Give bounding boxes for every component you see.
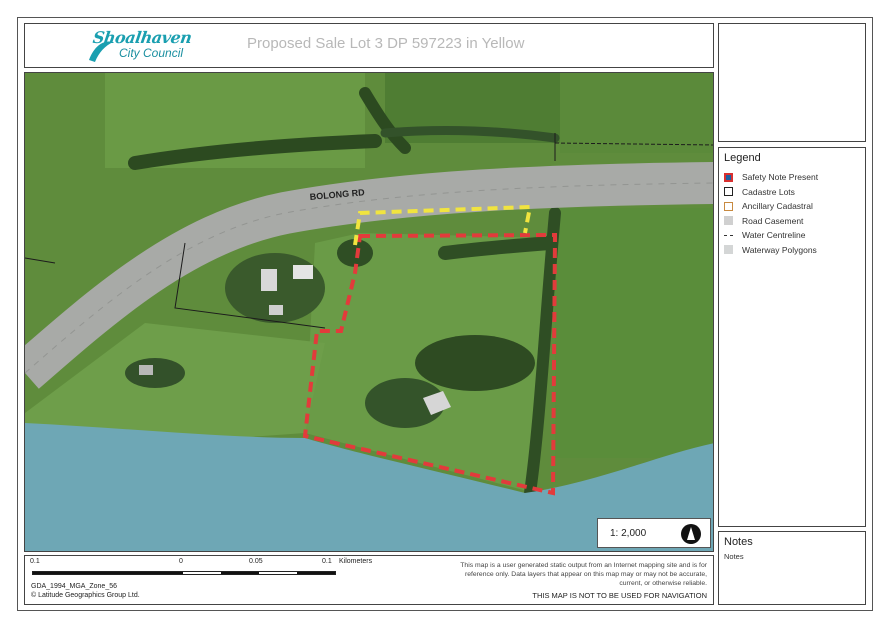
legend-item-water-centreline: Water Centreline	[724, 228, 860, 243]
legend-label: Road Casement	[742, 215, 804, 226]
map-view[interactable]: BOLONG RD	[24, 72, 714, 552]
council-logo: Shoalhaven City Council	[85, 28, 195, 64]
legend-list: Safety Note Present Cadastre Lots Ancill…	[724, 170, 860, 257]
legend-swatch-water-centreline	[724, 234, 733, 236]
logo-text-line1: Shoalhaven	[91, 28, 193, 47]
scale-bar-segment	[33, 572, 183, 574]
scale-ratio-text: 1: 2,000	[610, 528, 647, 539]
scale-bar-segment	[259, 572, 297, 574]
scale-label-right: 0.1	[322, 558, 332, 565]
scale-label-zero: 0	[179, 558, 183, 565]
notes-title: Notes	[724, 536, 753, 548]
logo-text-line2: City Council	[119, 46, 184, 60]
tree-cluster-west	[125, 358, 185, 388]
legend-item-waterway-polygons: Waterway Polygons	[724, 243, 860, 258]
legend-item-road-casement: Road Casement	[724, 214, 860, 229]
map-footer: 0.1 0 0.05 0.1 Kilometers GDA_1994_MGA_Z…	[24, 555, 714, 605]
legend-panel: Legend Safety Note Present Cadastre Lots…	[718, 147, 866, 527]
map-title: Proposed Sale Lot 3 DP 597223 in Yellow	[247, 35, 525, 52]
scale-ratio-box: 1: 2,000	[597, 518, 711, 548]
legend-label: Safety Note Present	[742, 172, 819, 183]
legend-label: Water Centreline	[742, 230, 806, 241]
scale-label-left: 0.1	[30, 558, 40, 565]
paddock-north-east	[560, 73, 713, 153]
legend-title: Legend	[724, 152, 761, 164]
scale-bar-segment	[183, 572, 221, 574]
legend-item-cadastre-lots: Cadastre Lots	[724, 185, 860, 200]
legend-item-safety-note: Safety Note Present	[724, 170, 860, 185]
north-arrow-icon	[681, 524, 701, 544]
projection-label: GDA_1994_MGA_Zone_56	[31, 583, 117, 590]
building-3	[269, 305, 283, 315]
navigation-warning: THIS MAP IS NOT TO BE USED FOR NAVIGATIO…	[532, 591, 707, 600]
legend-swatch-safety-note	[724, 172, 733, 182]
disclaimer-text: This map is a user generated static outp…	[460, 562, 707, 587]
scale-bar	[32, 571, 336, 575]
paddock-east	[555, 208, 713, 458]
scale-label-mid: 0.05	[249, 558, 263, 565]
tree-cluster-centre	[415, 335, 535, 391]
scale-label-units: Kilometers	[339, 558, 373, 565]
legend-swatch-waterway-polygons	[724, 245, 733, 255]
scale-bar-segment	[297, 572, 335, 574]
legend-swatch-cadastre-lots	[724, 187, 733, 197]
building-2	[293, 265, 313, 279]
notes-body: Notes	[724, 552, 744, 561]
building-5	[139, 365, 153, 375]
legend-label: Ancillary Cadastral	[742, 201, 813, 212]
map-header: Shoalhaven City Council Proposed Sale Lo…	[24, 23, 714, 68]
legend-label: Waterway Polygons	[742, 244, 817, 255]
building-1	[261, 269, 277, 291]
notes-panel: Notes Notes	[718, 531, 866, 605]
side-panel-blank	[718, 23, 866, 142]
scale-bar-segment	[221, 572, 259, 574]
legend-swatch-road-casement	[724, 216, 733, 226]
copyright-label: © Latitude Geographics Group Ltd.	[31, 592, 140, 599]
legend-swatch-ancillary-cadastral	[724, 201, 733, 211]
legend-item-ancillary-cadastral: Ancillary Cadastral	[724, 199, 860, 214]
legend-label: Cadastre Lots	[742, 186, 795, 197]
aerial-map-canvas[interactable]: BOLONG RD	[25, 73, 714, 552]
